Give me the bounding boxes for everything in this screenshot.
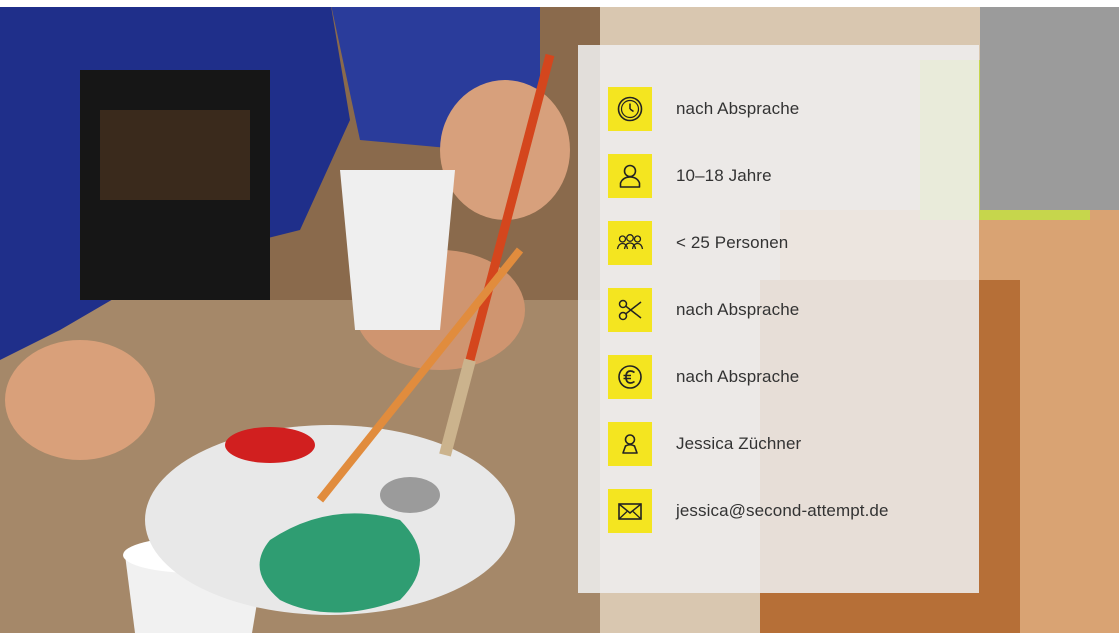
envelope-icon [608, 489, 652, 533]
contact-name-text: Jessica Züchner [676, 434, 802, 453]
top-strip [0, 0, 1119, 7]
group-size-text: < 25 Personen [676, 233, 789, 252]
info-row-contact: Jessica Züchner [608, 422, 801, 466]
info-row-materials: nach Absprache [608, 288, 799, 332]
info-row-group-size: < 25 Personen [608, 221, 788, 265]
email-link[interactable]: jessica@second-attempt.de [676, 501, 889, 521]
info-row-time: nach Absprache [608, 87, 799, 131]
event-info-panel: nach Absprache 10–18 Jahre < 25 Personen [578, 45, 979, 593]
scissors-icon [608, 288, 652, 332]
info-row-age: 10–18 Jahre [608, 154, 772, 198]
clock-icon [608, 87, 652, 131]
time-text: nach Absprache [676, 99, 800, 118]
age-text: 10–18 Jahre [676, 166, 772, 185]
info-row-email[interactable]: jessica@second-attempt.de [608, 489, 889, 533]
euro-icon [608, 355, 652, 399]
group-icon [608, 221, 652, 265]
info-row-cost: nach Absprache [608, 355, 799, 399]
cost-text: nach Absprache [676, 367, 800, 386]
materials-text: nach Absprache [676, 300, 800, 319]
person-icon [608, 154, 652, 198]
contact-person-icon [608, 422, 652, 466]
